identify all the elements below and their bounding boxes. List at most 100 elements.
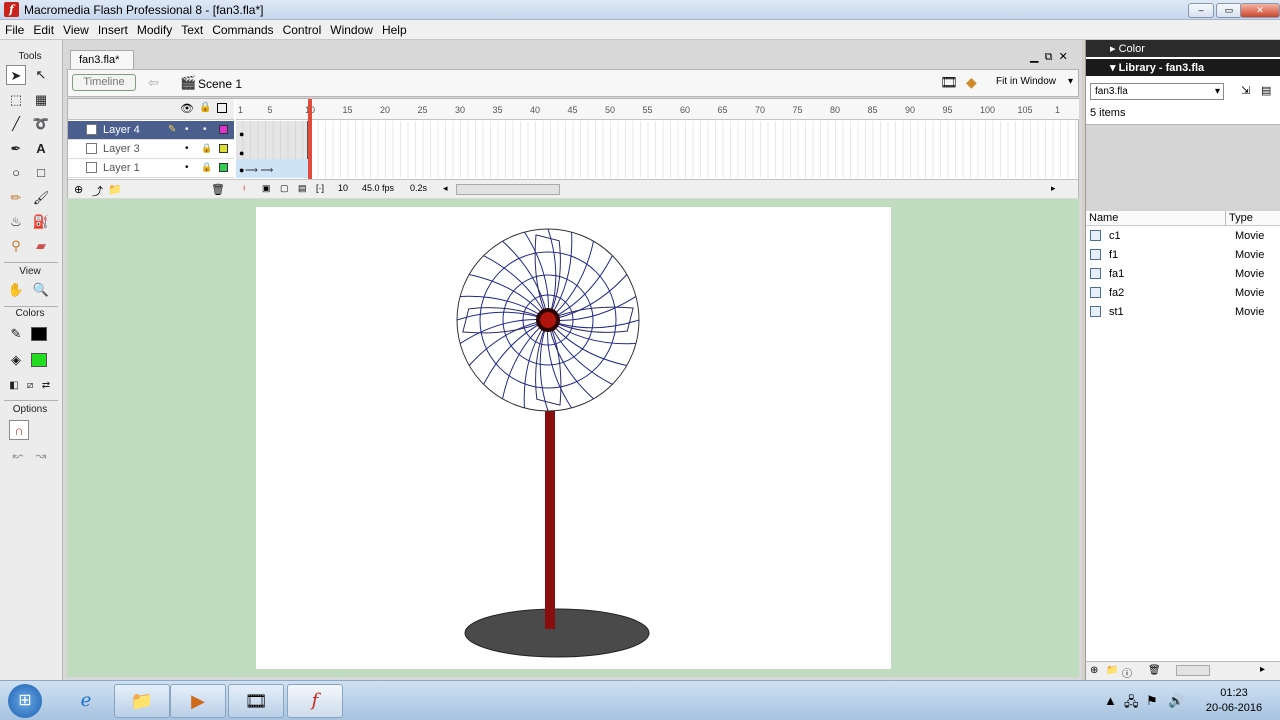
clock[interactable]: 01:23 20-06-2016 [1190,686,1278,716]
text-tool-icon[interactable]: A [31,139,51,159]
keyframe-dot[interactable]: ● [239,129,244,139]
layer-row[interactable]: Layer 1 • 🔒 [68,159,234,178]
smooth-icon[interactable]: ↜ [8,446,28,466]
maximize-button[interactable]: ▭ [1216,3,1242,18]
new-folder-icon[interactable]: 📁 [1106,665,1118,676]
name-column-header[interactable]: Name [1089,212,1118,224]
minimize-button[interactable]: – [1188,3,1214,18]
scroll-right-icon[interactable]: ▸ [1051,183,1056,194]
add-layer-icon[interactable]: ⊕ [74,183,83,196]
rectangle-tool-icon[interactable]: □ [31,163,51,183]
doc-minimize-icon[interactable]: ▁ [1030,51,1038,63]
fan-drawing[interactable] [256,207,891,669]
menu-modify[interactable]: Modify [132,20,176,37]
menu-edit[interactable]: Edit [28,20,58,37]
subselection-tool-icon[interactable]: ↖ [31,65,51,85]
timeline-scrollbar-thumb[interactable] [456,184,560,195]
menu-insert[interactable]: Insert [93,20,132,37]
show-hidden-icons-icon[interactable]: ▲ [1104,693,1117,708]
menu-help[interactable]: Help [377,20,411,37]
pencil-tool-icon[interactable]: ✏ [6,188,26,208]
fill-color-swatch[interactable] [31,353,47,367]
network-icon[interactable]: 🖧 [1124,693,1139,715]
visibility-dot[interactable]: • [185,162,189,173]
layer-color-swatch[interactable] [219,144,228,153]
pen-tool-icon[interactable]: ✒ [6,139,26,159]
outline-icon[interactable] [217,103,227,113]
menu-text[interactable]: Text [176,20,207,37]
menu-window[interactable]: Window [325,20,377,37]
scroll-right-icon[interactable]: ▸ [1260,664,1265,675]
keyframe-dot[interactable]: ● [239,148,244,158]
add-folder-icon[interactable]: 📁 [108,183,122,196]
hand-tool-icon[interactable]: ✋ [6,280,26,300]
free-transform-tool-icon[interactable]: ⬚ [6,90,26,110]
pin-icon[interactable]: ⇲ [1241,84,1250,97]
menu-file[interactable]: File [0,20,28,37]
frame-ruler[interactable]: 1510152025303540455055606570758085909510… [236,99,1079,120]
line-tool-icon[interactable]: ╱ [6,114,26,134]
zoom-tool-icon[interactable]: 🔍 [31,280,51,300]
menu-commands[interactable]: Commands [207,20,277,37]
scene-name[interactable]: Scene 1 [198,77,242,91]
onion-outline-icon[interactable]: ▢ [280,183,289,194]
onion-markers-icon[interactable]: [·] [316,183,324,193]
lock-dot[interactable]: • [203,124,207,135]
library-document-select[interactable]: fan3.fla ▾ [1090,83,1224,100]
library-hscroll-thumb[interactable] [1176,665,1210,676]
menu-control[interactable]: Control [278,20,326,37]
volume-icon[interactable]: 🔊 [1168,693,1184,709]
media-player-icon[interactable]: ▶ [170,684,226,718]
timeline-toggle-button[interactable]: Timeline [72,74,136,91]
start-button[interactable]: ⊞ [8,684,42,718]
zoom-select[interactable]: Fit in Window ▾ [992,74,1076,91]
flash-document-icon[interactable]: 🎞 [228,684,284,718]
eraser-tool-icon[interactable]: ▰ [31,236,51,256]
lock-icon[interactable]: 🔒 [199,102,211,113]
back-arrow-icon[interactable]: ⇦ [148,75,159,91]
library-item[interactable]: fa2 Movie [1086,285,1276,303]
doc-restore-icon[interactable]: ⧉ [1045,51,1053,63]
library-item[interactable]: st1 Movie [1086,304,1276,322]
lock-icon[interactable]: 🔒 [201,143,212,154]
delete-icon[interactable]: 🗑 [1148,665,1161,676]
visibility-dot[interactable]: • [185,143,189,154]
layer-color-swatch[interactable] [219,125,228,134]
stage[interactable] [256,207,891,669]
eyedropper-tool-icon[interactable]: ⚲ [6,236,26,256]
edit-multiple-frames-icon[interactable]: ▤ [298,183,307,194]
document-tab[interactable]: fan3.fla* [70,50,134,69]
edit-scene-icon[interactable]: 🎞 [940,74,958,91]
library-item[interactable]: c1 Movie [1086,228,1276,246]
type-column-header[interactable]: Type [1229,212,1253,224]
frame-rate[interactable]: 45.0 fps [362,183,394,193]
layer-row[interactable]: Layer 4 ✎ • • [68,121,234,140]
flash-app-taskbar-icon[interactable]: f [287,684,343,718]
snap-to-objects-icon[interactable]: ∩ [9,420,29,440]
paint-bucket-tool-icon[interactable]: ⛽ [31,212,51,232]
color-panel-header[interactable]: ▸ Color [1086,40,1280,57]
onion-skin-icon[interactable]: ▣ [262,183,271,194]
delete-layer-icon[interactable]: 🗑 [211,183,225,196]
library-panel-header[interactable]: ▾ Library - fan3.fla [1086,59,1280,76]
selection-tool-icon[interactable]: ➤ [6,65,26,85]
edit-symbols-icon[interactable]: ◆ [966,74,977,91]
internet-explorer-icon[interactable]: ℯ [58,684,114,718]
new-library-panel-icon[interactable]: ▤ [1261,84,1271,97]
close-button[interactable]: ✕ [1240,3,1280,18]
layer-color-swatch[interactable] [219,163,228,172]
oval-tool-icon[interactable]: ○ [6,163,26,183]
new-symbol-icon[interactable]: ⊕ [1090,665,1098,676]
ink-bottle-tool-icon[interactable]: ♨ [6,212,26,232]
file-explorer-icon[interactable]: 📁 [114,684,170,718]
straighten-icon[interactable]: ↝ [31,446,51,466]
eye-icon[interactable]: 👁 [180,102,194,115]
properties-icon[interactable]: ⓘ [1122,665,1132,680]
lock-icon[interactable]: 🔒 [201,162,212,173]
action-center-icon[interactable]: ⚑ [1146,693,1158,709]
visibility-dot[interactable]: • [185,124,189,135]
menu-view[interactable]: View [58,20,93,37]
doc-close-icon[interactable]: ✕ [1059,51,1068,63]
brush-tool-icon[interactable]: 🖌 [31,188,51,208]
gradient-transform-tool-icon[interactable]: ▦ [31,90,51,110]
